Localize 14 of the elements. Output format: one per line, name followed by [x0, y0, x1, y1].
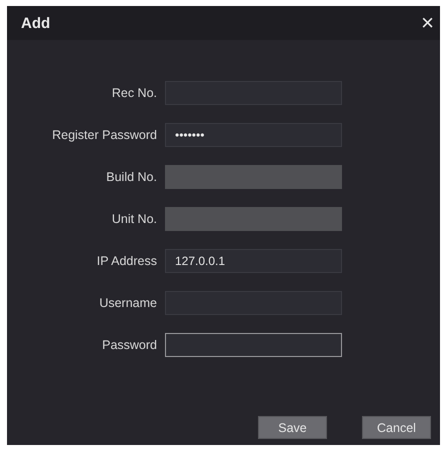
input-field[interactable]: •••••••	[165, 123, 342, 147]
field-label: Build No.	[105, 170, 158, 184]
dialog-button[interactable]: Save	[258, 416, 327, 439]
field-label: Unit No.	[110, 212, 158, 226]
dialog-title: Add	[21, 14, 50, 32]
input-field[interactable]: 127.0.0.1	[165, 249, 342, 273]
field-label: Password	[101, 338, 158, 352]
field-label: Rec No.	[110, 86, 158, 100]
dialog-button[interactable]: Cancel	[362, 416, 431, 439]
close-button[interactable]: ×	[419, 12, 436, 34]
field-label: IP Address	[96, 254, 158, 268]
field-label: Username	[98, 296, 158, 310]
field-label: Register Password	[51, 128, 158, 142]
input-field[interactable]	[165, 333, 342, 357]
